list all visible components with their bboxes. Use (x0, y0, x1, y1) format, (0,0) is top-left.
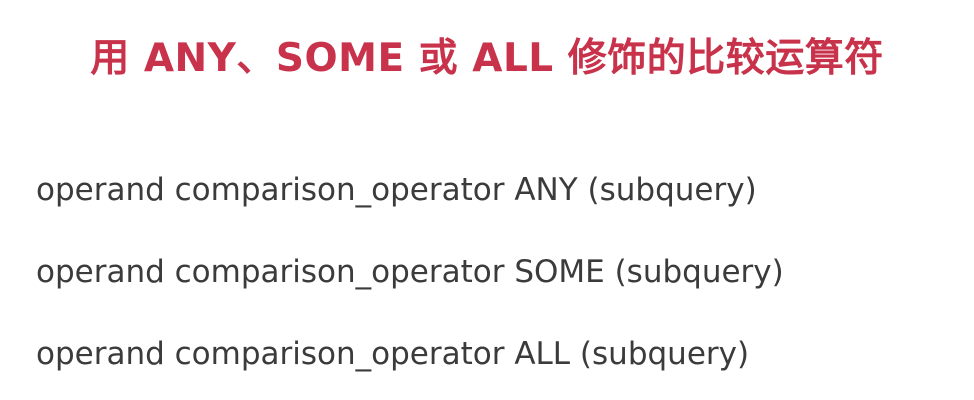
syntax-line-any: operand comparison_operator ANY (subquer… (36, 172, 757, 208)
syntax-line-all: operand comparison_operator ALL (subquer… (36, 336, 750, 372)
slide: 用 ANY、SOME 或 ALL 修饰的比较运算符 operand compar… (0, 0, 974, 400)
slide-title: 用 ANY、SOME 或 ALL 修饰的比较运算符 (90, 36, 884, 81)
syntax-line-some: operand comparison_operator SOME (subque… (36, 254, 784, 290)
